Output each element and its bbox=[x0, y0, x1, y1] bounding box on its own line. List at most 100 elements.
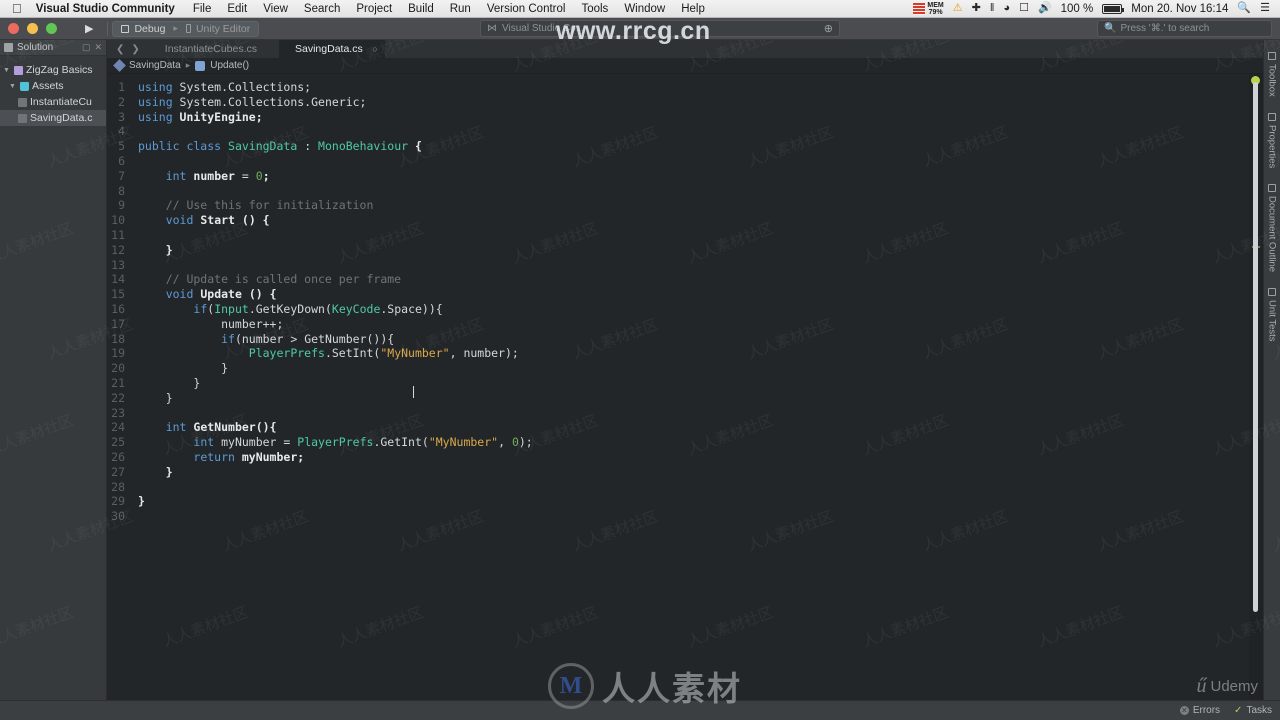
editor-navigation: ❮ ❯ bbox=[107, 40, 149, 58]
status-message-field[interactable]: ⋈ Visual Studio Co... ⊕ bbox=[480, 20, 840, 37]
chevron-right-icon[interactable]: ❯ bbox=[131, 44, 139, 55]
bluetooth-icon[interactable]: ‖ bbox=[990, 3, 995, 14]
pad-properties[interactable]: Properties bbox=[1267, 109, 1278, 172]
search-placeholder: Press '⌘.' to search bbox=[1120, 23, 1210, 34]
breadcrumb: SavingData ▸ Update() bbox=[107, 58, 1263, 74]
tree-item-assets[interactable]: ▼ Assets bbox=[0, 78, 106, 94]
spotlight-search-icon[interactable]: 🔍 bbox=[1237, 3, 1251, 14]
app-toolbar: ▶ Debug ▸ Unity Editor ⋈ Visual Studio C… bbox=[0, 18, 1280, 40]
run-play-icon[interactable]: ▶ bbox=[75, 22, 103, 35]
breadcrumb-class[interactable]: SavingData bbox=[129, 60, 181, 71]
minimize-window-button[interactable] bbox=[27, 23, 38, 34]
editor-area: ❮ ❯ InstantiateCubes.cs SavingData.cs ○ … bbox=[107, 40, 1263, 720]
menu-item-window[interactable]: Window bbox=[616, 3, 673, 15]
tree-item-label: ZigZag Basics bbox=[26, 64, 93, 76]
folder-icon bbox=[20, 81, 29, 91]
target-device-label: Unity Editor bbox=[195, 22, 251, 35]
status-message-text: Visual Studio Co... bbox=[502, 23, 585, 34]
status-expand-icon[interactable]: ⊕ bbox=[824, 22, 833, 35]
menu-item-help[interactable]: Help bbox=[673, 3, 713, 15]
menu-item-search[interactable]: Search bbox=[296, 3, 348, 15]
right-pad-strip: Toolbox Properties Document Outline Unit… bbox=[1263, 40, 1280, 720]
memory-monitor-icon[interactable]: MEM 79% bbox=[913, 1, 944, 16]
menu-item-project[interactable]: Project bbox=[348, 3, 400, 15]
editor-vertical-scrollbar[interactable] bbox=[1249, 74, 1263, 720]
pad-label: Properties bbox=[1266, 124, 1278, 169]
solution-tree: ▼ ZigZag Basics ▼ Assets InstantiateCu S… bbox=[0, 56, 106, 710]
maximize-window-button[interactable] bbox=[46, 23, 57, 34]
chevron-right-icon: ▸ bbox=[173, 23, 178, 33]
airplay-icon[interactable]: ☐ bbox=[1019, 3, 1029, 14]
toolbar-divider bbox=[107, 21, 109, 36]
status-connect-icon: ⋈ bbox=[487, 23, 497, 34]
workspace: Solution ▢ ✕ ▼ ZigZag Basics ▼ Assets In… bbox=[0, 40, 1280, 720]
macos-menu-bar:  Visual Studio Community File Edit View… bbox=[0, 0, 1280, 18]
tree-item-solution[interactable]: ▼ ZigZag Basics bbox=[0, 62, 106, 78]
pin-icon[interactable]: ▢ bbox=[82, 42, 91, 53]
tasks-label: Tasks bbox=[1246, 705, 1272, 716]
unit-tests-icon bbox=[1268, 288, 1276, 297]
tab-saving-data[interactable]: SavingData.cs ○ bbox=[279, 40, 385, 58]
chevron-left-icon[interactable]: ❮ bbox=[116, 44, 124, 55]
volume-icon[interactable]: 🔊 bbox=[1038, 3, 1052, 14]
twisty-icon[interactable]: ▼ bbox=[8, 83, 17, 90]
code-editor[interactable]: 1 2 3 4 5 6 7 8 9 10 11 12 13 14 15 16 1… bbox=[107, 74, 1249, 720]
pad-label: Document Outline bbox=[1266, 196, 1278, 273]
menu-item-build[interactable]: Build bbox=[400, 3, 442, 15]
errors-label: Errors bbox=[1192, 705, 1221, 716]
run-configuration-selector[interactable]: Debug ▸ Unity Editor bbox=[112, 20, 260, 37]
menu-item-version-control[interactable]: Version Control bbox=[479, 3, 574, 15]
search-input[interactable]: 🔍 Press '⌘.' to search bbox=[1097, 20, 1272, 37]
close-tab-icon[interactable]: ○ bbox=[372, 44, 377, 54]
debug-config-icon bbox=[121, 24, 130, 33]
code-view: 1 2 3 4 5 6 7 8 9 10 11 12 13 14 15 16 1… bbox=[107, 74, 1263, 720]
menu-bar-clock[interactable]: Mon 20. Nov 16:14 bbox=[1131, 3, 1228, 15]
tasks-indicator[interactable]: ✓ Tasks bbox=[1234, 705, 1272, 716]
pad-toolbox[interactable]: Toolbox bbox=[1267, 48, 1278, 101]
solution-pad-title: Solution bbox=[17, 42, 54, 53]
menu-item-run[interactable]: Run bbox=[442, 3, 479, 15]
document-outline-icon bbox=[1268, 184, 1276, 193]
scrollbar-thumb[interactable] bbox=[1253, 82, 1258, 612]
memory-label: MEM bbox=[927, 1, 944, 9]
solution-pad: Solution ▢ ✕ ▼ ZigZag Basics ▼ Assets In… bbox=[0, 40, 107, 720]
menu-item-view[interactable]: View bbox=[255, 3, 296, 15]
menu-item-file[interactable]: File bbox=[185, 3, 220, 15]
breadcrumb-member[interactable]: Update() bbox=[210, 60, 249, 71]
error-icon: ✕ bbox=[1179, 706, 1189, 715]
pad-unit-tests[interactable]: Unit Tests bbox=[1267, 284, 1278, 346]
csharp-file-icon bbox=[18, 113, 27, 123]
editor-tab-bar: ❮ ❯ InstantiateCubes.cs SavingData.cs ○ bbox=[107, 40, 1263, 58]
plus-health-icon[interactable]: ✚ bbox=[972, 3, 981, 14]
menu-item-edit[interactable]: Edit bbox=[219, 3, 255, 15]
close-icon[interactable]: ✕ bbox=[94, 42, 102, 53]
csharp-file-icon bbox=[18, 97, 27, 107]
search-icon: 🔍 bbox=[1104, 23, 1117, 34]
solution-pad-icon bbox=[4, 43, 13, 52]
device-icon bbox=[185, 24, 191, 33]
warning-icon[interactable]: ⚠ bbox=[953, 3, 963, 14]
pad-document-outline[interactable]: Document Outline bbox=[1267, 180, 1278, 276]
errors-indicator[interactable]: ✕ Errors bbox=[1179, 705, 1221, 716]
close-window-button[interactable] bbox=[8, 23, 19, 34]
apple-icon[interactable]:  bbox=[6, 2, 32, 15]
tree-item-label: Assets bbox=[32, 80, 64, 92]
tab-label: SavingData.cs bbox=[295, 43, 363, 55]
tree-item-saving-data[interactable]: SavingData.c bbox=[0, 110, 106, 126]
code-text[interactable]: using System.Collections; using System.C… bbox=[132, 80, 1249, 720]
twisty-icon[interactable]: ▼ bbox=[2, 67, 11, 74]
solution-pad-header: Solution ▢ ✕ bbox=[0, 40, 106, 56]
notification-center-icon[interactable]: ☰ bbox=[1260, 3, 1270, 14]
tab-instantiate-cubes[interactable]: InstantiateCubes.cs bbox=[148, 40, 279, 58]
wifi-icon[interactable]: ◕ bbox=[1003, 3, 1010, 14]
tree-item-instantiate-cubes[interactable]: InstantiateCu bbox=[0, 94, 106, 110]
battery-icon[interactable] bbox=[1102, 3, 1125, 14]
active-app-name[interactable]: Visual Studio Community bbox=[32, 3, 185, 15]
configuration-label: Debug bbox=[134, 22, 166, 35]
menu-item-tools[interactable]: Tools bbox=[573, 3, 616, 15]
pad-label: Unit Tests bbox=[1266, 300, 1278, 342]
text-caret bbox=[413, 386, 414, 398]
tree-item-label: SavingData.c bbox=[30, 112, 93, 124]
chevron-right-icon: ▸ bbox=[185, 60, 191, 70]
memory-value: 79% bbox=[928, 8, 943, 16]
